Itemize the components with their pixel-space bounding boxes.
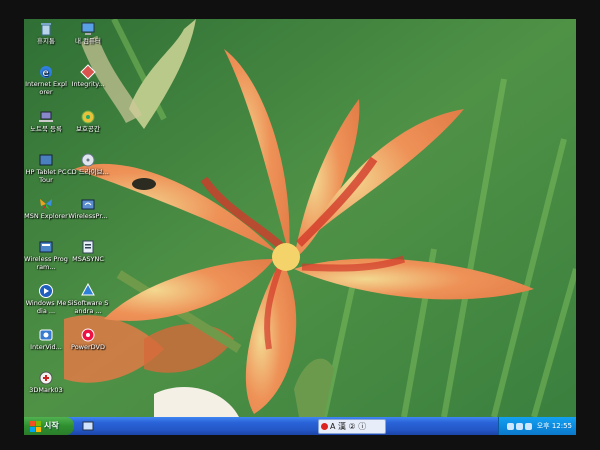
korean-ime-icon [321,423,328,430]
language-bar[interactable]: A 漢 ② ⓘ [318,419,386,434]
desktop-icon[interactable]: Windows Media ... [24,283,68,315]
desktop-icon-label: MSASYNC [72,255,104,263]
quick-launch-icon[interactable] [82,420,94,432]
desktop-icon[interactable]: Wireless Program... [24,239,68,271]
tray-clock[interactable]: 오후 12:55 [537,421,572,431]
intervideo-icon [39,329,53,341]
desktop-icon-label: 보호공간 [76,125,100,133]
desktop-icon[interactable]: e Internet Explorer [24,64,68,96]
desktop-icon[interactable]: SiSoftware Sandra ... [66,283,110,315]
desktop-screen: 휴지통 내 컴퓨터 e Internet Explorer Integrity.… [24,19,576,435]
desktop-icon-label: 3DMark03 [29,386,63,394]
internet-explorer-icon: e [40,66,52,79]
sisoftware-sandra-icon [81,283,95,296]
start-label: 시작 [44,421,59,430]
protection-icon [81,110,95,124]
cd-drive-icon [81,153,95,167]
desktop-icon[interactable]: 노트북 등록 [24,109,68,134]
desktop-icon[interactable]: 휴지통 [24,21,68,46]
tray-power-icon[interactable] [524,422,532,430]
desktop-icon-label: MSN Explorer [24,212,68,220]
svg-text:e: e [43,68,49,79]
3dmark-icon [39,371,53,385]
desktop-icon[interactable]: 내 컴퓨터 [66,21,110,46]
desktop-icon[interactable]: Integrity... [66,64,110,89]
windows-flag-icon [30,420,41,432]
powerdvd-icon [81,328,95,342]
desktop-icon-label: SiSoftware Sandra ... [67,299,109,315]
msasync-icon [82,240,94,254]
desktop-icon[interactable]: CD 드라이브... [66,152,110,177]
tray-network-icon[interactable] [506,422,514,430]
desktop-icon-label: CD 드라이브... [67,168,109,176]
desktop-icon-label: Windows Media ... [25,299,67,315]
wireless-program-icon [39,241,53,253]
start-button[interactable]: 시작 [24,417,74,435]
desktop-icon-label: PowerDVD [71,343,105,351]
desktop-icon-label: Integrity... [71,80,105,88]
desktop-icon-label: HP Tablet PC Tour [25,168,67,184]
laptop-register-icon [39,111,53,122]
desktop-icon-label: 노트북 등록 [30,125,62,133]
tray-volume-icon[interactable] [515,422,523,430]
desktop-icon[interactable]: 3DMark03 [24,370,68,395]
desktop-icon-label: 휴지통 [37,37,55,45]
msn-butterfly-icon [40,199,52,210]
desktop-icon-label: Internet Explorer [25,80,67,96]
windows-media-icon [39,284,53,298]
desktop-icon[interactable]: MSASYNC [66,239,110,264]
desktop-icon-label: Wireless Program... [24,255,68,271]
hp-tablet-icon [39,154,53,166]
my-computer-icon [81,22,95,35]
desktop-icon[interactable]: MSN Explorer [24,196,68,221]
desktop-icon[interactable]: InterVid... [24,327,68,352]
system-tray: 오후 12:55 [498,417,576,435]
recycle-bin-icon [41,23,51,36]
desktop-icon-label: 내 컴퓨터 [75,37,101,45]
monitor-bezel: 휴지통 내 컴퓨터 e Internet Explorer Integrity.… [0,0,600,450]
desktop-icon[interactable]: WirelessPr... [66,196,110,221]
lang-bar-label: A 漢 ② ⓘ [330,422,367,431]
desktop-icon-label: InterVid... [30,343,62,351]
integrity-icon [80,64,96,80]
desktop-icon[interactable]: PowerDVD [66,327,110,352]
desktop-icon[interactable]: 보호공간 [66,109,110,134]
desktop-icon-label: WirelessPr... [68,212,108,220]
wireless-icon [81,199,95,210]
taskbar: 시작 A 漢 ② ⓘ 오후 12:55 [24,417,576,435]
desktop-icon[interactable]: HP Tablet PC Tour [24,152,68,184]
